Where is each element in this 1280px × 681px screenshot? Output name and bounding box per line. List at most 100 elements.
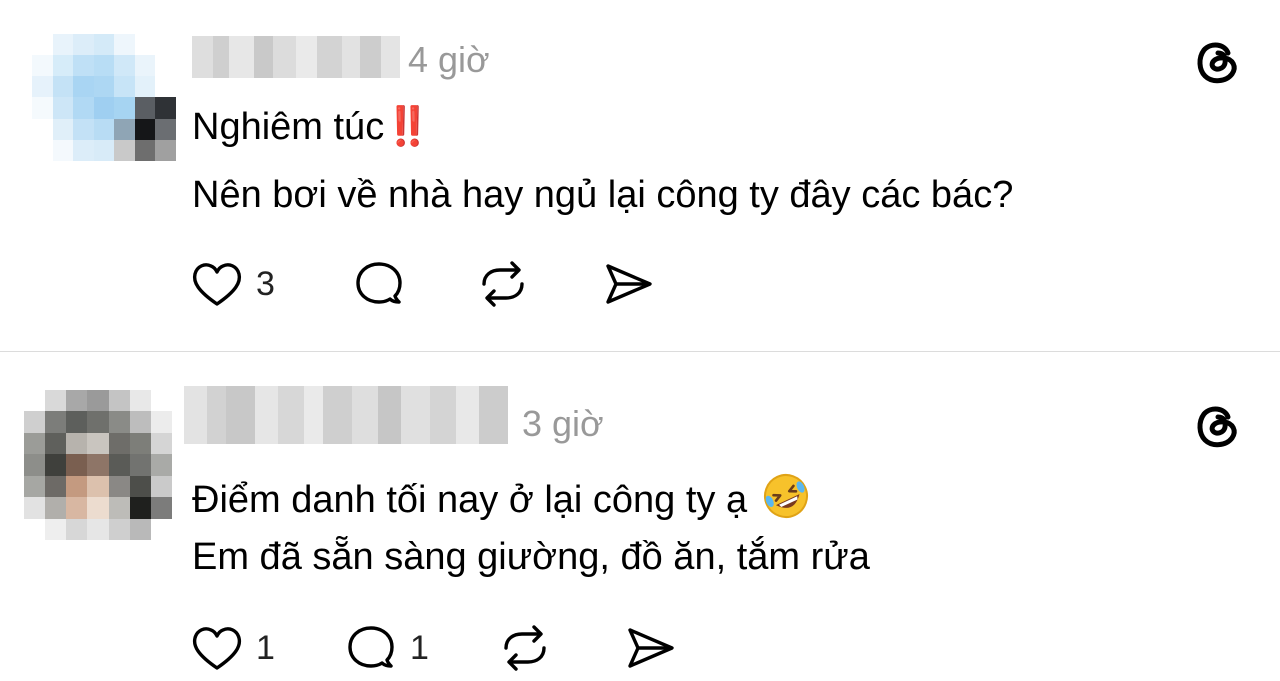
username-blurred[interactable] bbox=[192, 36, 400, 78]
post: 4 giờ Nghiêm túc‼️ Nên bơi về nhà hay ng… bbox=[0, 0, 1280, 351]
avatar-pixel bbox=[32, 139, 53, 161]
avatar-pixel bbox=[24, 518, 46, 540]
avatar-pixel bbox=[155, 160, 176, 182]
avatar-pixel bbox=[87, 411, 109, 433]
avatar-pixel bbox=[52, 76, 74, 98]
avatar-pixel bbox=[155, 55, 176, 77]
threads-logo-icon[interactable] bbox=[1193, 400, 1243, 450]
avatar-pixel bbox=[32, 55, 53, 77]
post-text-line-2: Em đã sẵn sàng giường, đồ ăn, tắm rửa bbox=[192, 536, 870, 578]
like-button[interactable]: 1 bbox=[190, 622, 275, 674]
avatar-pixel bbox=[129, 475, 151, 498]
avatar-pixel bbox=[45, 411, 67, 433]
avatar-pixel bbox=[93, 76, 115, 98]
share-send-icon bbox=[628, 628, 674, 668]
avatar-pixel bbox=[24, 411, 46, 433]
avatar-pixel bbox=[134, 76, 156, 98]
avatar-pixel bbox=[32, 160, 53, 182]
threads-logo-icon[interactable] bbox=[1193, 36, 1243, 86]
repost-button[interactable] bbox=[498, 622, 552, 674]
post-text: Nghiêm túc bbox=[192, 106, 385, 148]
avatar-pixel bbox=[114, 139, 135, 161]
repost-button[interactable] bbox=[476, 258, 530, 310]
avatar-pixel bbox=[93, 139, 115, 161]
avatar-pixel bbox=[52, 34, 74, 56]
avatar-pixel bbox=[73, 76, 94, 98]
avatar-pixel bbox=[93, 55, 115, 77]
rofl-emoji bbox=[759, 472, 813, 527]
avatar-pixel bbox=[32, 118, 53, 140]
post-text-line-1: Điểm danh tối nay ở lại công ty ạ 🤣 bbox=[192, 472, 813, 527]
post-time: 3 giờ bbox=[522, 403, 604, 444]
avatar-pixel bbox=[108, 411, 130, 433]
like-count: 3 bbox=[256, 265, 275, 303]
avatar-pixel bbox=[129, 390, 151, 412]
share-button[interactable] bbox=[602, 258, 656, 310]
reply-button[interactable]: 1 bbox=[344, 622, 429, 674]
avatar-pixel bbox=[52, 97, 74, 119]
avatar-pixel bbox=[129, 454, 151, 476]
reply-count: 1 bbox=[410, 629, 429, 667]
heart-icon bbox=[192, 627, 242, 670]
avatar-pixel bbox=[134, 97, 156, 119]
share-button[interactable] bbox=[624, 622, 678, 674]
avatar-pixel bbox=[150, 497, 172, 519]
avatar-pixel bbox=[129, 518, 151, 540]
avatar-pixel bbox=[150, 475, 172, 498]
avatar-pixel bbox=[108, 518, 130, 540]
avatar-pixel bbox=[52, 118, 74, 140]
avatar-pixel bbox=[73, 55, 94, 77]
avatar-pixel bbox=[66, 497, 88, 519]
avatar-pixel bbox=[134, 55, 156, 77]
avatar-pixel bbox=[32, 97, 53, 119]
username-blurred[interactable] bbox=[184, 386, 508, 444]
reply-button[interactable] bbox=[352, 258, 406, 310]
avatar-pixel bbox=[73, 118, 94, 140]
avatar-pixel bbox=[73, 34, 94, 56]
avatar-pixel bbox=[87, 475, 109, 498]
repost-icon bbox=[482, 261, 524, 307]
avatar-pixel bbox=[108, 432, 130, 455]
avatar-pixel bbox=[45, 518, 67, 540]
double-exclamation-emoji: ‼️ bbox=[384, 106, 432, 148]
avatar-pixel bbox=[155, 97, 176, 119]
avatar-pixel bbox=[52, 139, 74, 161]
avatar-pixel bbox=[93, 34, 115, 56]
avatar-pixel bbox=[87, 518, 109, 540]
avatar-pixel bbox=[155, 76, 176, 98]
avatar-pixel bbox=[108, 475, 130, 498]
avatar-pixel bbox=[87, 390, 109, 412]
avatar-pixel bbox=[155, 118, 176, 140]
post-text-line-2: Nên bơi về nhà hay ngủ lại công ty đây c… bbox=[192, 174, 1014, 216]
avatar-pixel bbox=[129, 411, 151, 433]
avatar-pixel bbox=[134, 160, 156, 182]
avatar-pixel bbox=[108, 497, 130, 519]
avatar-pixel bbox=[24, 497, 46, 519]
avatar-pixel bbox=[114, 97, 135, 119]
avatar-pixel bbox=[134, 118, 156, 140]
avatar-pixel bbox=[150, 411, 172, 433]
avatar-pixel bbox=[66, 390, 88, 412]
avatar-pixel bbox=[150, 432, 172, 455]
reply-bubble-icon bbox=[348, 626, 394, 668]
heart-icon bbox=[192, 263, 242, 306]
avatar-pixel bbox=[134, 139, 156, 161]
avatar-pixel bbox=[32, 34, 53, 56]
avatar-pixel bbox=[66, 518, 88, 540]
avatar-pixel bbox=[108, 390, 130, 412]
avatar-pixel bbox=[66, 432, 88, 455]
avatar[interactable] bbox=[24, 390, 172, 540]
avatar-pixel bbox=[114, 76, 135, 98]
avatar-pixel bbox=[24, 432, 46, 455]
avatar-pixel bbox=[150, 454, 172, 476]
like-button[interactable]: 3 bbox=[190, 258, 275, 310]
avatar-pixel bbox=[52, 55, 74, 77]
avatar-pixel bbox=[114, 118, 135, 140]
avatar-pixel bbox=[150, 518, 172, 540]
avatar[interactable] bbox=[32, 34, 176, 182]
avatar-pixel bbox=[129, 497, 151, 519]
avatar-pixel bbox=[66, 411, 88, 433]
avatar-pixel bbox=[134, 34, 156, 56]
post: 3 giờ Điểm danh tối nay ở lại công ty ạ … bbox=[0, 352, 1280, 681]
post-time: 4 giờ bbox=[408, 39, 490, 80]
